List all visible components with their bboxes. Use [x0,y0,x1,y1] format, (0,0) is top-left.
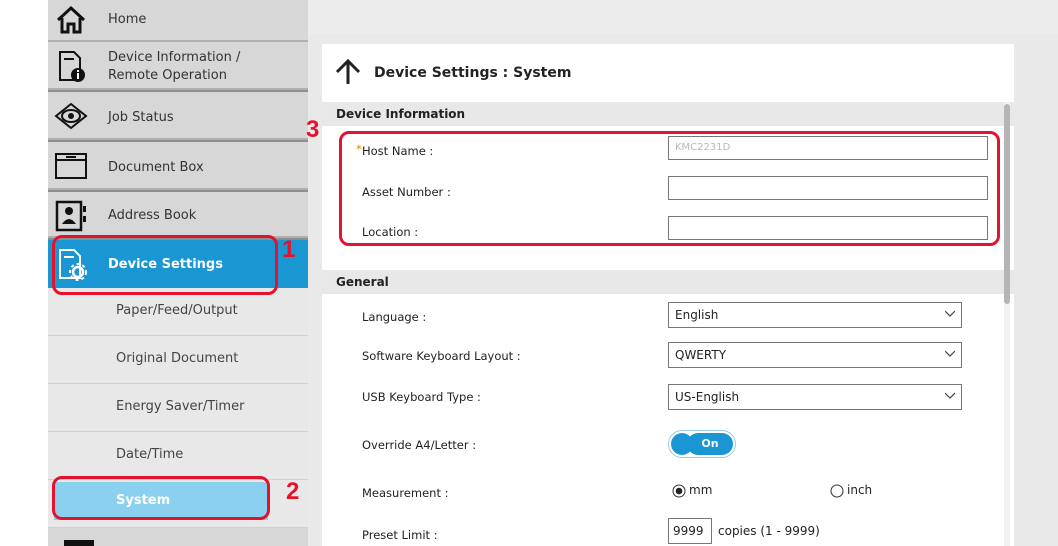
scrollbar-thumb[interactable] [1004,104,1010,304]
radio-selected-icon [672,484,686,498]
annotation-box-device-information [339,131,1000,246]
override-label: Override A4/Letter : [362,438,477,452]
sidebar-subitem-label: Energy Saver/Timer [116,399,245,414]
chevron-down-icon [945,350,955,357]
sidebar-item-label-line2: Remote Operation [108,68,227,83]
usb-keyboard-label: USB Keyboard Type : [362,390,481,404]
page-title: Device Settings : System [374,65,572,81]
sidebar-item-label: Document Box [108,160,204,175]
annotation-box-device-settings [52,235,278,295]
sidebar-subitem-label: Original Document [116,351,239,366]
up-arrow-icon[interactable] [334,58,362,86]
usb-keyboard-select[interactable]: US-English [668,384,962,410]
keyboard-layout-value: QWERTY [675,348,727,362]
toggle-on-label: On [687,433,733,455]
sidebar-item-device-information[interactable]: Device Information / Remote Operation [48,42,308,90]
sidebar-subitem-paper-feed-output[interactable]: Paper/Feed/Output [48,288,308,336]
sidebar-item-label: Home [108,12,147,27]
sidebar-item-label: Job Status [108,110,174,125]
radio-unselected-icon [830,484,844,498]
callout-3: 3 [306,116,320,143]
home-icon [56,5,86,34]
keyboard-layout-select[interactable]: QWERTY [668,342,962,368]
section-device-information: Device Information [322,102,1014,126]
sidebar-subitem-label: Date/Time [116,447,184,462]
callout-2: 2 [286,478,300,505]
language-value: English [675,308,719,322]
sidebar-item-label: Address Book [108,208,197,223]
annotation-box-system [52,476,270,520]
chevron-down-icon [945,310,955,317]
chevron-down-icon [945,392,955,399]
preset-limit-label: Preset Limit : [362,528,438,542]
sidebar-subitem-date-time[interactable]: Date/Time [48,432,308,480]
top-band [308,0,1058,34]
sidebar-item-function-settings-partial[interactable] [48,528,308,546]
sidebar-item-job-status[interactable]: Job Status [48,92,308,140]
language-label: Language : [362,310,427,324]
sidebar-subitem-original-document[interactable]: Original Document [48,336,308,384]
settings-panel: Device Settings : System Device Informat… [322,44,1014,546]
sidebar-item-label: Device Information / [108,50,241,65]
keyboard-layout-label: Software Keyboard Layout : [362,349,521,363]
callout-1: 1 [282,236,296,263]
scrollbar-track[interactable] [1004,102,1010,546]
address-book-icon [55,200,86,232]
preset-limit-field[interactable]: 9999 [668,518,712,544]
device-info-icon [59,51,85,82]
usb-keyboard-value: US-English [675,390,740,404]
measurement-label: Measurement : [362,486,449,500]
measurement-mm-label: mm [689,483,713,497]
language-select[interactable]: English [668,302,962,328]
override-toggle[interactable]: On [668,430,736,458]
measurement-inch-label: inch [847,483,873,497]
sidebar-item-document-box[interactable]: Document Box [48,142,308,190]
section-general: General [322,270,1014,294]
folder-icon [55,153,87,179]
sidebar-item-address-book[interactable]: Address Book [48,192,308,238]
preset-limit-suffix: copies (1 - 9999) [718,524,820,538]
sidebar-subitem-label: Paper/Feed/Output [116,303,238,318]
sidebar-item-home[interactable]: Home [48,0,308,42]
eye-icon [54,102,88,130]
sidebar-subitem-energy-saver[interactable]: Energy Saver/Timer [48,384,308,432]
function-icon [64,540,94,546]
